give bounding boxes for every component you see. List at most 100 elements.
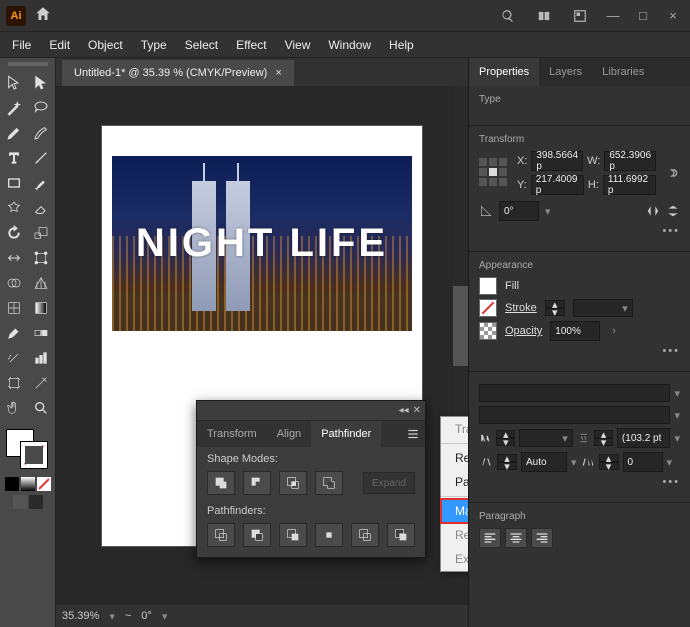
curvature-tool[interactable] [29,122,53,144]
menu-window[interactable]: Window [320,35,379,55]
pen-tool[interactable] [2,122,26,144]
appearance-more-options[interactable]: ••• [662,345,680,357]
shape-builder-tool[interactable] [2,272,26,294]
zoom-level[interactable]: 35.39% [62,610,99,622]
kerning-stepper[interactable]: ▴▾ [497,454,517,470]
arrange-docs-icon[interactable] [566,6,594,26]
screen-mode-normal[interactable] [13,495,27,509]
tab-libraries[interactable]: Libraries [592,58,654,86]
ctx-repeat-add[interactable]: Repeat Add [441,446,468,470]
font-size-stepper[interactable]: ▴▾ [496,430,515,446]
menu-select[interactable]: Select [177,35,226,55]
home-icon[interactable] [34,5,52,26]
transform-more-options[interactable]: ••• [662,225,680,237]
kerning-input[interactable]: Auto [521,452,567,472]
character-more-options[interactable]: ••• [662,476,680,488]
font-size-select[interactable]: ▾ [519,429,573,447]
line-tool[interactable] [29,147,53,169]
unite-button[interactable] [207,471,235,495]
trim-button[interactable] [243,523,271,547]
menu-type[interactable]: Type [133,35,175,55]
free-transform-tool[interactable] [29,247,53,269]
screen-mode-full[interactable] [29,495,43,509]
merge-button[interactable] [279,523,307,547]
divide-button[interactable] [207,523,235,547]
mesh-tool[interactable] [2,297,26,319]
zoom-tool[interactable] [29,397,53,419]
crop-button[interactable] [315,523,343,547]
type-tool[interactable] [2,147,26,169]
flip-h-icon[interactable] [646,204,660,218]
panel-collapse-icon[interactable]: ◂◂ [399,405,409,416]
stroke-weight-select[interactable]: ▾ [573,299,633,317]
eyedropper-tool[interactable] [2,322,26,344]
menu-effect[interactable]: Effect [228,35,274,55]
blend-tool[interactable] [29,322,53,344]
panel-menu-icon[interactable] [401,421,425,447]
rectangle-tool[interactable] [2,172,26,194]
minus-front-button[interactable] [243,471,271,495]
none-chip[interactable] [37,477,51,491]
outline-button[interactable] [351,523,379,547]
maximize-button[interactable]: □ [632,7,654,25]
h-input[interactable]: 111.6992 p [603,175,656,195]
brush-tool[interactable] [29,172,53,194]
menu-edit[interactable]: Edit [41,35,78,55]
column-graph-tool[interactable] [29,347,53,369]
nav-value[interactable]: 0° [141,610,152,622]
intersect-button[interactable] [279,471,307,495]
w-input[interactable]: 652.3906 p [604,151,656,171]
lasso-tool[interactable] [29,97,53,119]
font-style-select[interactable] [479,406,670,424]
close-tab-icon[interactable]: × [275,67,281,79]
leading-input[interactable]: (103.2 pt [617,428,671,448]
panel-close-icon[interactable]: ✕ [413,405,421,416]
align-left-button[interactable] [479,528,501,548]
overlay-text[interactable]: NIGHT LIFE [112,156,412,331]
shaper-tool[interactable] [2,197,26,219]
symbol-sprayer-tool[interactable] [2,347,26,369]
menu-file[interactable]: File [4,35,39,55]
font-family-select[interactable] [479,384,670,402]
stroke-label[interactable]: Stroke [505,302,537,314]
tracking-input[interactable]: 0 [623,452,663,472]
leading-stepper[interactable]: ▴▾ [594,430,613,446]
flip-v-icon[interactable] [666,204,680,218]
opacity-flyout-icon[interactable]: › [612,325,616,337]
minimize-button[interactable]: — [602,7,624,25]
fill-swatch-appearance[interactable] [479,277,497,295]
rotate-tool[interactable] [2,222,26,244]
tab-layers[interactable]: Layers [539,58,592,86]
workspace-icon[interactable] [530,6,558,26]
stroke-swatch-appearance[interactable] [479,299,497,317]
stroke-weight-stepper[interactable]: ▴▾ [545,300,565,316]
menu-help[interactable]: Help [381,35,422,55]
search-icon[interactable] [494,6,522,26]
eraser-tool[interactable] [29,197,53,219]
opacity-label[interactable]: Opacity [505,325,542,337]
magic-wand-tool[interactable] [2,97,26,119]
hand-tool[interactable] [2,397,26,419]
width-tool[interactable] [2,247,26,269]
gradient-chip[interactable] [21,477,35,491]
tracking-stepper[interactable]: ▴▾ [599,454,619,470]
placed-image[interactable]: NIGHT LIFE [112,156,412,331]
link-wh-icon[interactable] [664,165,680,181]
reference-point-grid[interactable] [479,158,509,188]
close-window-button[interactable]: × [662,7,684,25]
tab-pathfinder[interactable]: Pathfinder [311,421,381,447]
artboard-tool[interactable] [2,372,26,394]
toolbox-handle[interactable] [8,62,48,66]
selection-tool[interactable] [2,72,26,94]
y-input[interactable]: 217.4009 p [531,175,584,195]
gradient-tool[interactable] [29,297,53,319]
opacity-input[interactable]: 100% [550,321,600,341]
x-input[interactable]: 398.5664 p [531,151,583,171]
tab-transform[interactable]: Transform [197,421,267,447]
ctx-pathfinder-options[interactable]: Pathfinder Options... [441,470,468,494]
exclude-button[interactable] [315,471,343,495]
scale-tool[interactable] [29,222,53,244]
tab-align[interactable]: Align [267,421,311,447]
align-right-button[interactable] [531,528,553,548]
rotation-input[interactable]: 0° [499,201,539,221]
